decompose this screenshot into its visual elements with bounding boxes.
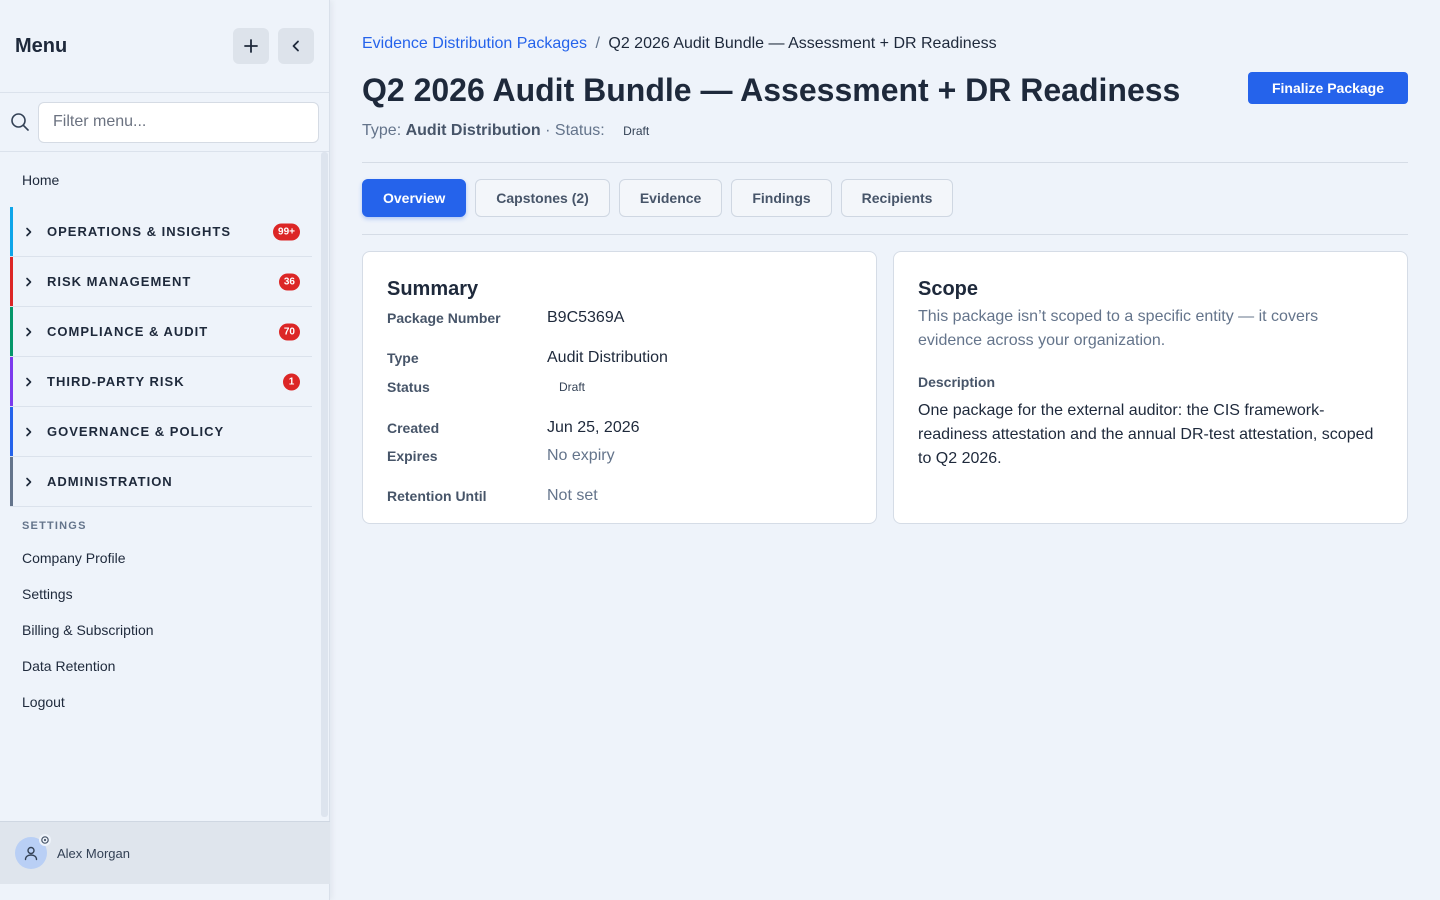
nav-group-governance-policy[interactable]: GOVERNANCE & POLICY (10, 407, 312, 457)
type-value: Audit Distribution (547, 349, 668, 366)
created-value: Jun 25, 2026 (547, 419, 640, 436)
breadcrumb-parent-link[interactable]: Evidence Distribution Packages (362, 35, 587, 52)
scope-text: This package isn’t scoped to a specific … (918, 308, 1319, 349)
page-meta: Type: Audit Distribution · Status: Draft (362, 122, 649, 140)
summary-title: Summary (387, 278, 479, 300)
gear-icon (39, 834, 51, 846)
chevron-right-icon (25, 227, 37, 237)
status-badge: Draft (559, 380, 586, 394)
nav-group-label: COMPLIANCE & AUDIT (47, 324, 209, 339)
add-button[interactable] (233, 28, 269, 64)
plus-icon (244, 39, 258, 53)
sidebar-item-home[interactable]: Home (0, 152, 321, 207)
divider (362, 234, 1408, 235)
description-text: One package for the external auditor: th… (918, 402, 1374, 467)
field-label: Status (387, 379, 430, 395)
breadcrumb: Evidence Distribution Packages / Q2 2026… (362, 35, 997, 53)
sidebar-item-billing[interactable]: Billing & Subscription (0, 612, 321, 648)
nav-group-label: ADMINISTRATION (47, 474, 173, 489)
scope-card: Scope This package isn’t scoped to a spe… (893, 251, 1408, 524)
breadcrumb-current: Q2 2026 Audit Bundle — Assessment + DR R… (608, 35, 997, 52)
chevron-left-icon (292, 40, 299, 52)
count-badge: 99+ (273, 223, 300, 240)
nav-group-compliance-audit[interactable]: COMPLIANCE & AUDIT 70 (10, 307, 312, 357)
tab-bar: Overview Capstones (2) Evidence Findings… (362, 179, 954, 217)
count-badge: 36 (278, 273, 300, 290)
meta-type-value: Audit Distribution (405, 122, 541, 139)
user-name: Alex Morgan (57, 845, 130, 861)
menu-filter (0, 93, 329, 152)
summary-fields: Package Number B9C5369A Type Audit Distr… (387, 307, 852, 513)
sidebar-actions (233, 28, 314, 64)
nav-group-label: RISK MANAGEMENT (47, 274, 192, 289)
user-footer[interactable]: Alex Morgan (0, 821, 330, 884)
sidebar-item-company-profile[interactable]: Company Profile (0, 540, 321, 576)
nav-group-third-party-risk[interactable]: THIRD-PARTY RISK 1 (10, 357, 312, 407)
avatar[interactable] (15, 834, 51, 869)
expires-value: No expiry (547, 447, 615, 464)
chevron-right-icon (25, 477, 37, 487)
sidebar-title: Menu (15, 34, 68, 57)
retention-value: Not set (547, 487, 598, 504)
status-badge: Draft (623, 124, 650, 138)
divider (362, 162, 1408, 163)
count-badge: 70 (278, 323, 300, 340)
chevron-right-icon (25, 277, 37, 287)
search-icon (11, 113, 29, 131)
field-label: Type (387, 350, 419, 366)
nav-group-administration[interactable]: ADMINISTRATION (10, 457, 312, 507)
package-number-value: B9C5369A (547, 309, 625, 326)
chevron-right-icon (25, 377, 37, 387)
user-icon (24, 846, 38, 861)
meta-status-label: · Status: (545, 122, 605, 139)
nav-group-label: THIRD-PARTY RISK (47, 374, 185, 389)
finalize-package-button[interactable]: Finalize Package (1248, 72, 1408, 104)
field-label: Retention Until (387, 488, 487, 504)
tab-recipients[interactable]: Recipients (840, 179, 954, 217)
chevron-right-icon (25, 327, 37, 337)
nav-group-operations-insights[interactable]: OPERATIONS & INSIGHTS 99+ (10, 207, 312, 257)
tab-evidence[interactable]: Evidence (618, 179, 723, 217)
description-label: Description (918, 374, 996, 390)
sidebar-item-settings[interactable]: Settings (0, 576, 321, 612)
nav-group-label: OPERATIONS & INSIGHTS (47, 224, 231, 239)
sidebar-item-logout[interactable]: Logout (0, 684, 321, 720)
chevron-right-icon (25, 427, 37, 437)
collapse-sidebar-button[interactable] (278, 28, 314, 64)
scope-title: Scope (918, 278, 979, 300)
sidebar-item-data-retention[interactable]: Data Retention (0, 648, 321, 684)
meta-type-label: Type: (362, 122, 402, 139)
field-label: Package Number (387, 310, 501, 326)
field-label: Expires (387, 448, 438, 464)
tab-overview[interactable]: Overview (362, 179, 467, 217)
tab-findings[interactable]: Findings (731, 179, 832, 217)
count-badge: 1 (283, 373, 300, 390)
settings-section-title: SETTINGS (22, 520, 87, 532)
breadcrumb-separator: / (595, 35, 600, 52)
sidebar: Menu Home OPERATIONS & INSIGHTS 99+ RISK… (0, 0, 330, 900)
field-label: Created (387, 420, 440, 436)
sidebar-nav: Home OPERATIONS & INSIGHTS 99+ RISK MANA… (0, 152, 321, 720)
sidebar-header: Menu (0, 0, 329, 93)
summary-card: Summary Package Number B9C5369A Type Aud… (362, 251, 877, 524)
nav-group-risk-management[interactable]: RISK MANAGEMENT 36 (10, 257, 312, 307)
nav-group-label: GOVERNANCE & POLICY (47, 424, 225, 439)
filter-menu-input[interactable] (38, 101, 319, 143)
tab-capstones[interactable]: Capstones (2) (475, 179, 610, 217)
sidebar-scrollbar[interactable] (321, 152, 328, 817)
page-title: Q2 2026 Audit Bundle — Assessment + DR R… (362, 72, 1181, 108)
